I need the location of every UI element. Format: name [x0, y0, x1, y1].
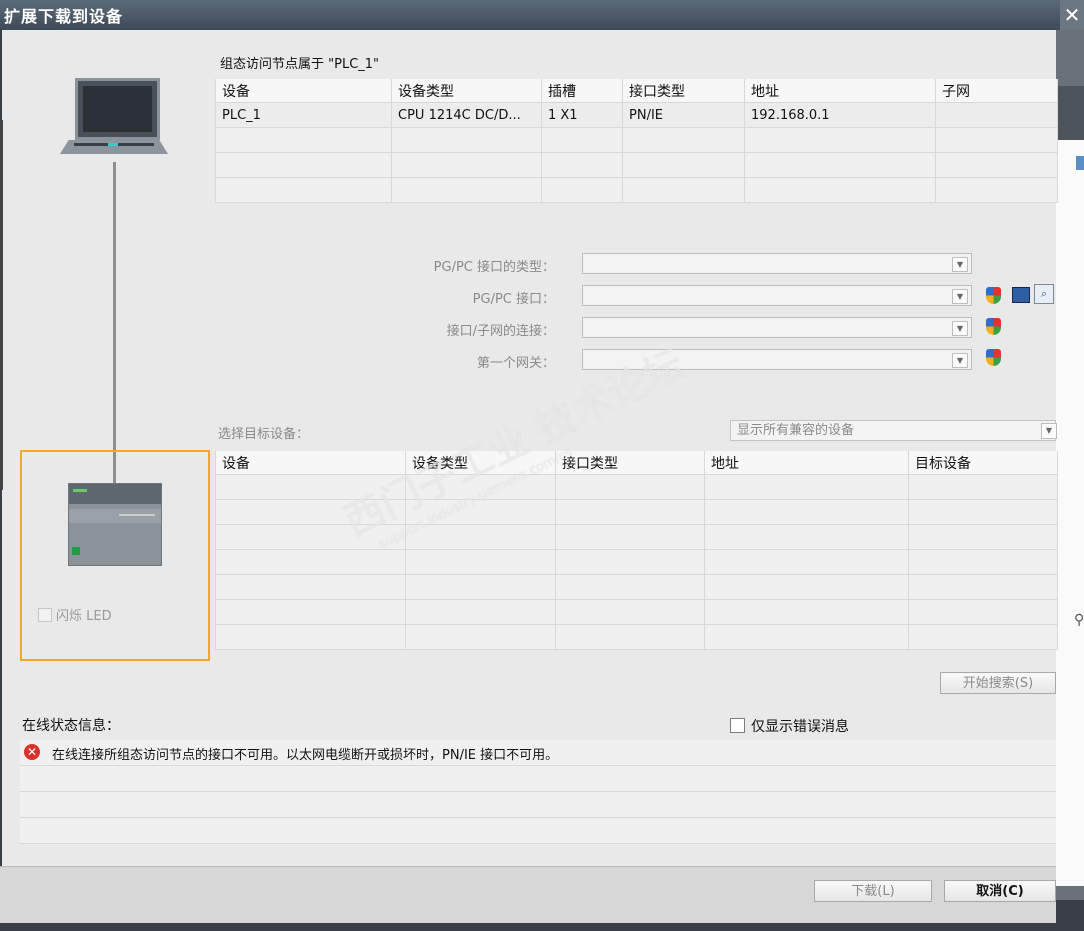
pgpc-type-select[interactable]: ▼	[582, 253, 972, 274]
target-device-table: 设备 设备类型 接口类型 地址 目标设备	[215, 451, 1058, 650]
table-row	[215, 499, 1058, 525]
table-row	[215, 599, 1058, 625]
table-row[interactable]: PLC_1 CPU 1214C DC/D... 1 X1 PN/IE 192.1…	[215, 102, 1058, 128]
pgpc-interface-select[interactable]: ▼	[582, 285, 972, 306]
col-interface-type[interactable]: 接口类型	[622, 79, 745, 103]
plc-device-icon	[68, 483, 162, 566]
col-device[interactable]: 设备	[215, 79, 392, 103]
status-message: 在线连接所组态访问节点的接口不可用。以太网电缆断开或损坏时，PN/IE 接口不可…	[52, 748, 559, 763]
flash-led-box[interactable]	[38, 608, 52, 622]
only-errors-label: 仅显示错误消息	[751, 719, 849, 735]
title-bar: 扩展下载到设备 ✕	[0, 0, 1084, 30]
col-interface-type[interactable]: 接口类型	[555, 451, 705, 475]
target-header-row: 设备 设备类型 接口类型 地址 目标设备	[215, 451, 1058, 475]
subnet-connection-label: 接口/子网的连接：	[446, 324, 555, 339]
col-device[interactable]: 设备	[215, 451, 406, 475]
flash-led-label: 闪烁 LED	[56, 609, 112, 624]
filter-value: 显示所有兼容的设备	[737, 423, 855, 438]
side-panel-body: ⚲	[1056, 86, 1084, 886]
side-panel-link-icon[interactable]: ⚲	[1074, 612, 1084, 628]
col-target-device[interactable]: 目标设备	[908, 451, 1058, 475]
status-message-list: ✕ 在线连接所组态访问节点的接口不可用。以太网电缆断开或损坏时，PN/IE 接口…	[20, 740, 1056, 844]
chevron-down-icon[interactable]: ▼	[952, 353, 968, 368]
table-row	[215, 127, 1058, 153]
table-row	[215, 574, 1058, 600]
left-window-edge	[0, 120, 3, 490]
cell-subnet	[935, 102, 1058, 128]
start-search-button[interactable]: 开始搜索(S)	[940, 672, 1056, 694]
monitor-icon[interactable]	[1012, 287, 1030, 303]
right-side-panel: ⚲	[1056, 30, 1084, 900]
chevron-down-icon[interactable]: ▼	[952, 257, 968, 272]
shield-icon[interactable]	[986, 318, 1001, 335]
subnet-connection-select[interactable]: ▼	[582, 317, 972, 338]
col-address[interactable]: 地址	[704, 451, 909, 475]
table-row	[215, 177, 1058, 203]
col-device-type[interactable]: 设备类型	[391, 79, 542, 103]
list-item	[20, 766, 1056, 792]
col-device-type[interactable]: 设备类型	[405, 451, 556, 475]
col-slot[interactable]: 插槽	[541, 79, 623, 103]
table-row	[215, 152, 1058, 178]
select-target-heading: 选择目标设备：	[218, 427, 310, 442]
first-gateway-label: 第一个网关：	[476, 356, 555, 371]
search-icon[interactable]: ⌕	[1034, 284, 1054, 304]
config-access-heading: 组态访问节点属于 "PLC_1"	[220, 57, 380, 72]
table-row	[215, 474, 1058, 500]
list-item	[20, 792, 1056, 818]
cell-device-type: CPU 1214C DC/D...	[391, 102, 542, 128]
dialog-footer: 下载(L) 取消(C)	[0, 866, 1056, 924]
flash-led-checkbox[interactable]: 闪烁 LED	[38, 605, 112, 624]
table-row	[215, 549, 1058, 575]
config-header-row: 设备 设备类型 插槽 接口类型 地址 子网	[215, 79, 1058, 103]
col-subnet[interactable]: 子网	[935, 79, 1058, 103]
first-gateway-select[interactable]: ▼	[582, 349, 972, 370]
list-item	[20, 818, 1056, 844]
download-button[interactable]: 下载(L)	[814, 880, 932, 902]
online-status-heading: 在线状态信息：	[22, 718, 120, 734]
close-button[interactable]: ✕	[1060, 0, 1084, 30]
chevron-down-icon[interactable]: ▼	[952, 289, 968, 304]
cell-device: PLC_1	[215, 102, 392, 128]
col-address[interactable]: 地址	[744, 79, 936, 103]
cell-interface-type: PN/IE	[622, 102, 745, 128]
pgpc-type-label: PG/PC 接口的类型：	[433, 260, 555, 275]
laptop-screen	[75, 78, 160, 140]
only-errors-box[interactable]	[730, 718, 745, 733]
laptop-base	[60, 140, 168, 154]
chevron-down-icon[interactable]: ▼	[952, 321, 968, 336]
window-title: 扩展下载到设备	[4, 7, 124, 26]
shield-icon[interactable]	[986, 349, 1001, 366]
bottom-edge	[0, 923, 1084, 931]
cell-slot: 1 X1	[541, 102, 623, 128]
cancel-button[interactable]: 取消(C)	[944, 880, 1056, 902]
pgpc-interface-label: PG/PC 接口：	[472, 292, 555, 307]
config-access-table: 设备 设备类型 插槽 接口类型 地址 子网 PLC_1 CPU 1214C DC…	[215, 79, 1058, 203]
side-panel-icon[interactable]	[1076, 156, 1084, 170]
compatible-devices-filter[interactable]: 显示所有兼容的设备 ▼	[730, 420, 1057, 441]
chevron-down-icon[interactable]: ▼	[1041, 423, 1057, 439]
cell-address: 192.168.0.1	[744, 102, 936, 128]
list-item[interactable]: ✕ 在线连接所组态访问节点的接口不可用。以太网电缆断开或损坏时，PN/IE 接口…	[20, 740, 1056, 766]
network-connection-line	[113, 162, 116, 494]
shield-icon[interactable]	[986, 287, 1001, 304]
table-row	[215, 524, 1058, 550]
error-icon: ✕	[24, 744, 40, 760]
side-panel-header	[1056, 86, 1084, 140]
table-row	[215, 624, 1058, 650]
only-errors-checkbox[interactable]: 仅显示错误消息	[730, 716, 849, 736]
